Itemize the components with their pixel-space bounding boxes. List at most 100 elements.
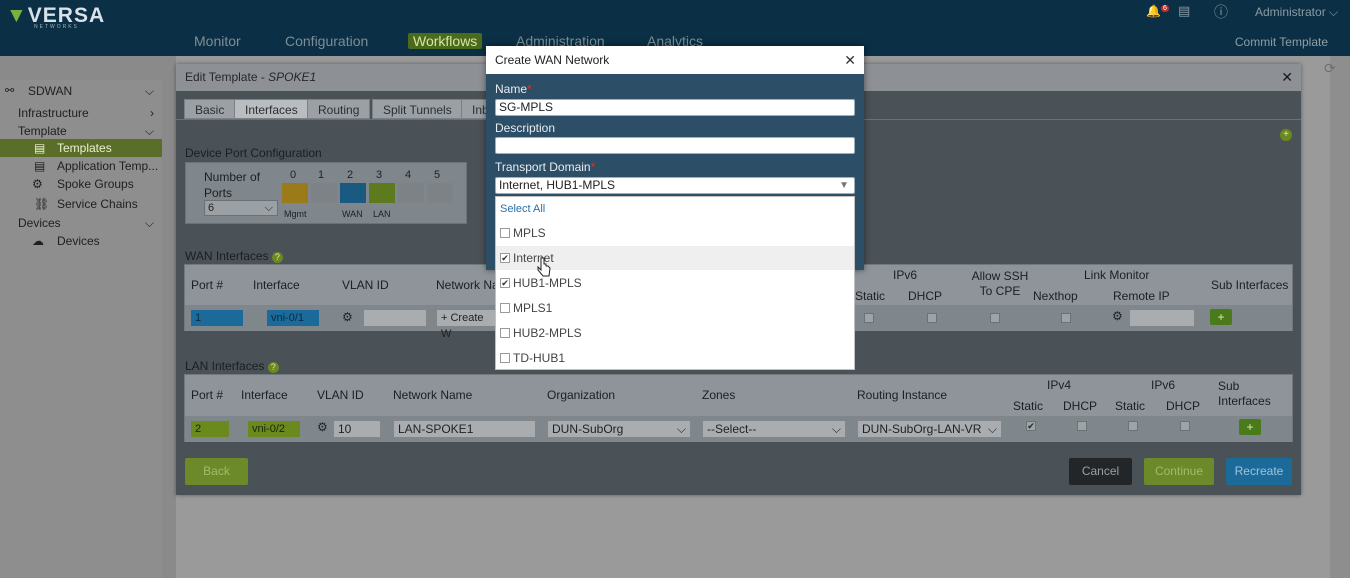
gear-icon[interactable]: ⚙ (342, 310, 353, 324)
port-2-icon[interactable] (340, 183, 366, 203)
wan-port-field[interactable]: 1 (191, 310, 243, 326)
lan-vlan-input[interactable]: 10 (333, 420, 381, 438)
lan-ipv6-dhcp-checkbox[interactable] (1180, 421, 1190, 431)
wan-allow-ssh-checkbox[interactable] (990, 313, 1000, 323)
lan-ipv6-static-checkbox[interactable] (1128, 421, 1138, 431)
gear-icon[interactable]: ⚙ (1112, 309, 1123, 323)
option-td-hub1[interactable]: TD-HUB1 (496, 346, 854, 370)
tab-interfaces[interactable]: Interfaces (234, 99, 309, 119)
option-hub2-mpls[interactable]: HUB2-MPLS (496, 321, 854, 345)
transport-domain-label: Transport Domain* (495, 160, 596, 174)
sidebar-item-spoke-groups[interactable]: ⚙ Spoke Groups (0, 175, 162, 193)
lan-interfaces-table: Port # Interface VLAN ID Network Name Or… (184, 374, 1293, 442)
sidebar-item-sdwan[interactable]: ⚯ SDWAN ⌵ (0, 82, 162, 100)
lan-ipv4-static-checkbox[interactable]: ✔ (1026, 421, 1036, 431)
wan-nexthop-checkbox[interactable] (1061, 313, 1071, 323)
wan-col-nexthop: Nexthop (1033, 289, 1078, 303)
gear-icon: ⚙ (32, 177, 43, 191)
checkbox[interactable] (500, 228, 510, 238)
gear-icon[interactable]: ⚙ (317, 420, 328, 434)
help-icon[interactable]: ? (271, 252, 283, 263)
wan-ipv6-dhcp-checkbox[interactable] (927, 313, 937, 323)
wan-vlan-input[interactable] (363, 309, 427, 327)
checkbox[interactable] (500, 328, 510, 338)
commit-template-link[interactable]: Commit Template (1235, 35, 1328, 49)
tab-basic[interactable]: Basic (184, 99, 236, 119)
bell-icon[interactable]: 🔔 6 (1146, 4, 1169, 18)
wan-add-sub-interface-button[interactable]: + (1210, 309, 1232, 325)
select-all-link[interactable]: Select All (496, 197, 854, 221)
wan-remote-ip-input[interactable] (1129, 309, 1195, 327)
lan-network-name-input[interactable]: LAN-SPOKE1 (393, 420, 536, 438)
port-3-icon[interactable] (369, 183, 395, 203)
add-icon[interactable]: + (1280, 129, 1292, 141)
recreate-button[interactable]: Recreate (1226, 458, 1292, 485)
name-input[interactable]: SG-MPLS (495, 99, 855, 116)
sidebar-item-service-chains[interactable]: ⛓ Service Chains (0, 195, 162, 213)
wan-interface-field[interactable]: vni-0/1 (267, 310, 319, 326)
lan-port-field[interactable]: 2 (191, 421, 229, 437)
close-icon[interactable]: ✕ (844, 46, 856, 74)
user-menu[interactable]: Administrator ⌵ (1255, 5, 1338, 20)
port-5-icon[interactable] (427, 183, 453, 203)
info-icon[interactable]: ⓘ (1214, 2, 1228, 22)
lan-ipv4-dhcp-checkbox[interactable] (1077, 421, 1087, 431)
right-panel: ⟳ (1324, 56, 1350, 578)
sidebar-item-devices[interactable]: ☁ Devices (0, 232, 162, 250)
sidebar-item-devices-section[interactable]: Devices ⌵ (0, 214, 162, 232)
cancel-button[interactable]: Cancel (1069, 458, 1132, 485)
sidebar-item-templates[interactable]: ▤ Templates (0, 139, 162, 157)
sidebar-item-application-templates[interactable]: ▤ Application Temp... (0, 157, 162, 175)
option-mpls1[interactable]: MPLS1 (496, 296, 854, 320)
lan-routing-instance-select[interactable]: DUN-SubOrg-LAN-VR ⌵ (857, 420, 1002, 438)
transport-domain-select[interactable]: Internet, HUB1-MPLS ▼ (495, 177, 855, 194)
lan-col-sub-interfaces: Sub Interfaces (1218, 379, 1271, 408)
chain-icon: ⛓ (34, 197, 50, 211)
nav-monitor[interactable]: Monitor (194, 33, 241, 49)
wan-col-port: Port # (191, 278, 224, 292)
tab-split-tunnels[interactable]: Split Tunnels (372, 99, 463, 119)
nav-workflows[interactable]: Workflows (408, 33, 483, 49)
chevron-right-icon: › (150, 106, 154, 120)
port-1-icon[interactable] (311, 183, 337, 203)
wan-ipv6-static-checkbox[interactable] (864, 313, 874, 323)
wan-col-ipv6-static: Static (855, 289, 886, 303)
lan-interface-field[interactable]: vni-0/2 (248, 421, 300, 437)
checkbox-checked[interactable]: ✔ (500, 253, 510, 263)
nav-configuration[interactable]: Configuration (285, 33, 368, 49)
port-2-number: 2 (347, 169, 354, 181)
lan-col-interface: Interface (241, 388, 288, 402)
sidebar-item-infrastructure[interactable]: Infrastructure › (0, 104, 162, 122)
option-mpls[interactable]: MPLS (496, 221, 854, 245)
template-icon: ▤ (34, 141, 46, 155)
description-input[interactable] (495, 137, 855, 154)
lan-add-sub-interface-button[interactable]: + (1239, 419, 1261, 435)
lan-col-network: Network Name (393, 388, 473, 402)
create-wan-network-button[interactable]: + Create W (436, 309, 496, 340)
tab-routing[interactable]: Routing (307, 99, 371, 119)
port-2-tag: WAN (342, 209, 363, 219)
refresh-icon[interactable]: ⟳ (1324, 60, 1336, 77)
logo-subtitle: NETWORKS (34, 24, 79, 30)
lan-col-zones: Zones (702, 388, 736, 402)
help-icon[interactable]: ? (267, 362, 279, 373)
checkbox[interactable] (500, 353, 510, 363)
lan-organization-select[interactable]: DUN-SubOrg ⌵ (547, 420, 691, 438)
port-4-icon[interactable] (398, 183, 424, 203)
wan-col-network: Network Na (436, 278, 499, 292)
sidebar-item-template[interactable]: Template ⌵ (0, 122, 162, 140)
close-icon[interactable]: ✕ (1281, 64, 1293, 91)
checkbox-checked[interactable]: ✔ (500, 278, 510, 288)
continue-button[interactable]: Continue (1144, 458, 1214, 485)
chevron-down-icon: ⌵ (144, 124, 154, 138)
checkbox[interactable] (500, 303, 510, 313)
chevron-down-icon: ⌵ (987, 422, 997, 436)
wan-col-allow-ssh: Allow SSH To CPE (971, 269, 1029, 298)
port-0-icon[interactable] (282, 183, 308, 203)
port-4-number: 4 (405, 169, 412, 181)
required-marker: * (527, 82, 532, 96)
back-button[interactable]: Back (185, 458, 248, 485)
document-icon[interactable]: ▤ (1178, 3, 1190, 19)
lan-zones-select[interactable]: --Select-- ⌵ (702, 420, 846, 438)
number-of-ports-select[interactable]: 6 ⌵ (204, 200, 278, 216)
